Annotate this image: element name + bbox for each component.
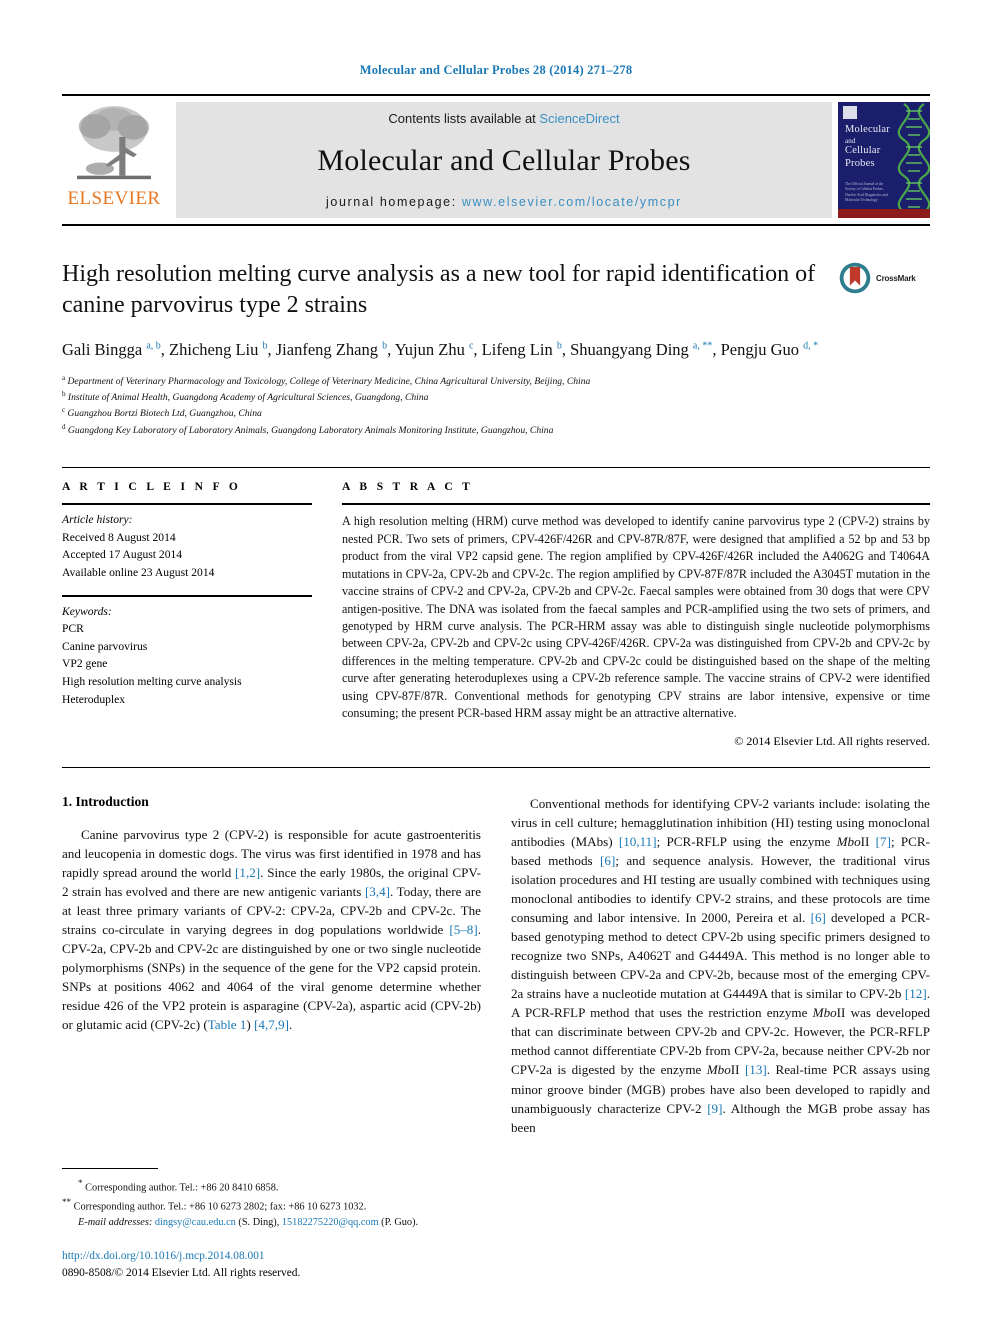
section-heading-introduction: 1. Introduction (62, 793, 149, 809)
keyword-item: Canine parvovirus (62, 639, 148, 653)
footnote-corresponding-2: ** Corresponding author. Tel.: +86 10 62… (62, 1197, 367, 1213)
body-column-right: Conventional methods for identifying CPV… (511, 794, 930, 1137)
history-item: Received 8 August 2014 (62, 530, 176, 544)
footnotes-block: * Corresponding author. Tel.: +86 20 841… (62, 1168, 482, 1231)
email-label: E-mail addresses: (78, 1217, 153, 1229)
homepage-prefix: journal homepage: (326, 195, 462, 209)
cover-title: Molecular and Cellular Probes (845, 124, 890, 171)
journal-article-page: Molecular and Cellular Probes 28 (2014) … (0, 0, 992, 1323)
journal-title: Molecular and Cellular Probes (317, 143, 691, 177)
elsevier-tree-icon (70, 100, 158, 188)
sciencedirect-link[interactable]: ScienceDirect (539, 111, 619, 126)
contents-prefix: Contents lists available at (388, 111, 540, 126)
keywords-label: Keywords: (62, 604, 112, 618)
article-history: Article history: Received 8 August 2014 … (62, 505, 312, 581)
author-list: Gali Bingga a, b, Zhicheng Liu b, Jianfe… (62, 340, 819, 360)
body-columns: 1. Introduction Canine parvovirus type 2… (62, 794, 930, 1137)
crossmark-label: CrossMark (876, 273, 916, 283)
intro-paragraph-right: Conventional methods for identifying CPV… (511, 795, 930, 1135)
affiliation-item: d Guangdong Key Laboratory of Laboratory… (62, 422, 554, 437)
journal-cover-thumbnail: Molecular and Cellular Probes The Offici… (838, 102, 930, 218)
contents-list-line: Contents lists available at ScienceDirec… (388, 111, 619, 126)
keyword-item: High resolution melting curve analysis (62, 675, 242, 689)
issn-copyright-line: 0890-8508/© 2014 Elsevier Ltd. All right… (62, 1267, 301, 1280)
abstract-heading: A B S T R A C T (342, 481, 474, 494)
affiliation-list: a Department of Veterinary Pharmacology … (62, 373, 930, 438)
abstract-text: A high resolution melting (HRM) curve me… (342, 514, 930, 721)
article-info-heading: A R T I C L E I N F O (62, 481, 242, 494)
cover-bottom-bar (838, 209, 930, 218)
cover-blurb: The Official Journal of the Society of C… (845, 182, 888, 203)
body-divider (62, 766, 930, 768)
doi-link[interactable]: http://dx.doi.org/10.1016/j.mcp.2014.08.… (62, 1248, 300, 1265)
history-item: Accepted 17 August 2014 (62, 548, 183, 562)
cover-title-line1: Molecular (845, 124, 890, 135)
cover-title-line4: Probes (845, 158, 875, 170)
email-attr-ding: (S. Ding), (238, 1217, 280, 1229)
keywords-block: Keywords: PCR Canine parvovirus VP2 gene… (62, 594, 312, 709)
cover-title-line2: and (845, 136, 856, 145)
running-head: Molecular and Cellular Probes 28 (2014) … (359, 63, 633, 77)
masthead-center: Contents lists available at ScienceDirec… (176, 102, 832, 218)
body-column-left: 1. Introduction Canine parvovirus type 2… (62, 794, 481, 1137)
journal-homepage-line: journal homepage: www.elsevier.com/locat… (326, 195, 682, 209)
keyword-item: Heteroduplex (62, 692, 126, 706)
page-title: High resolution melting curve analysis a… (62, 261, 816, 319)
article-info-column: A R T I C L E I N F O Article history: R… (62, 481, 312, 749)
info-abstract-section: A R T I C L E I N F O Article history: R… (62, 467, 930, 749)
doi-block: http://dx.doi.org/10.1016/j.mcp.2014.08.… (62, 1248, 300, 1282)
crossmark-badge[interactable]: CrossMark (838, 259, 930, 295)
email-link-ding[interactable]: dingsy@cau.edu.cn (155, 1217, 236, 1228)
email-attr-guo: (P. Guo). (381, 1217, 419, 1229)
crossmark-icon (839, 262, 871, 294)
footnote-emails: E-mail addresses: dingsy@cau.edu.cn (S. … (62, 1215, 482, 1231)
abstract-copyright: © 2014 Elsevier Ltd. All rights reserved… (734, 733, 930, 748)
keyword-item: PCR (62, 622, 84, 636)
title-block: High resolution melting curve analysis a… (62, 259, 930, 321)
email-link-guo[interactable]: 15182275220@qq.com (282, 1217, 379, 1228)
cover-publisher-badge (843, 106, 857, 119)
elsevier-wordmark: ELSEVIER (67, 188, 161, 209)
cover-title-line3: Cellular (845, 145, 881, 157)
footnote-rule (62, 1168, 158, 1169)
journal-masthead: ELSEVIER Contents lists available at Sci… (62, 94, 930, 226)
journal-homepage-link[interactable]: www.elsevier.com/locate/ymcpr (462, 195, 682, 209)
affiliation-item: b Institute of Animal Health, Guangdong … (62, 390, 429, 404)
keyword-item: VP2 gene (62, 657, 108, 671)
footnote-corresponding-1: * Corresponding author. Tel.: +86 20 841… (78, 1178, 279, 1194)
intro-paragraph-left: Canine parvovirus type 2 (CPV-2) is resp… (62, 826, 482, 1033)
elsevier-logo: ELSEVIER (62, 96, 166, 224)
affiliation-item: c Guangzhou Bortzi Biotech Ltd, Guangzho… (62, 406, 262, 420)
abstract-column: A B S T R A C T A high resolution meltin… (342, 481, 930, 749)
history-item: Available online 23 August 2014 (62, 566, 215, 579)
title-main: High resolution melting curve analysis a… (62, 259, 838, 321)
article-history-label: Article history: (62, 513, 133, 527)
affiliation-item: a Department of Veterinary Pharmacology … (62, 373, 591, 387)
